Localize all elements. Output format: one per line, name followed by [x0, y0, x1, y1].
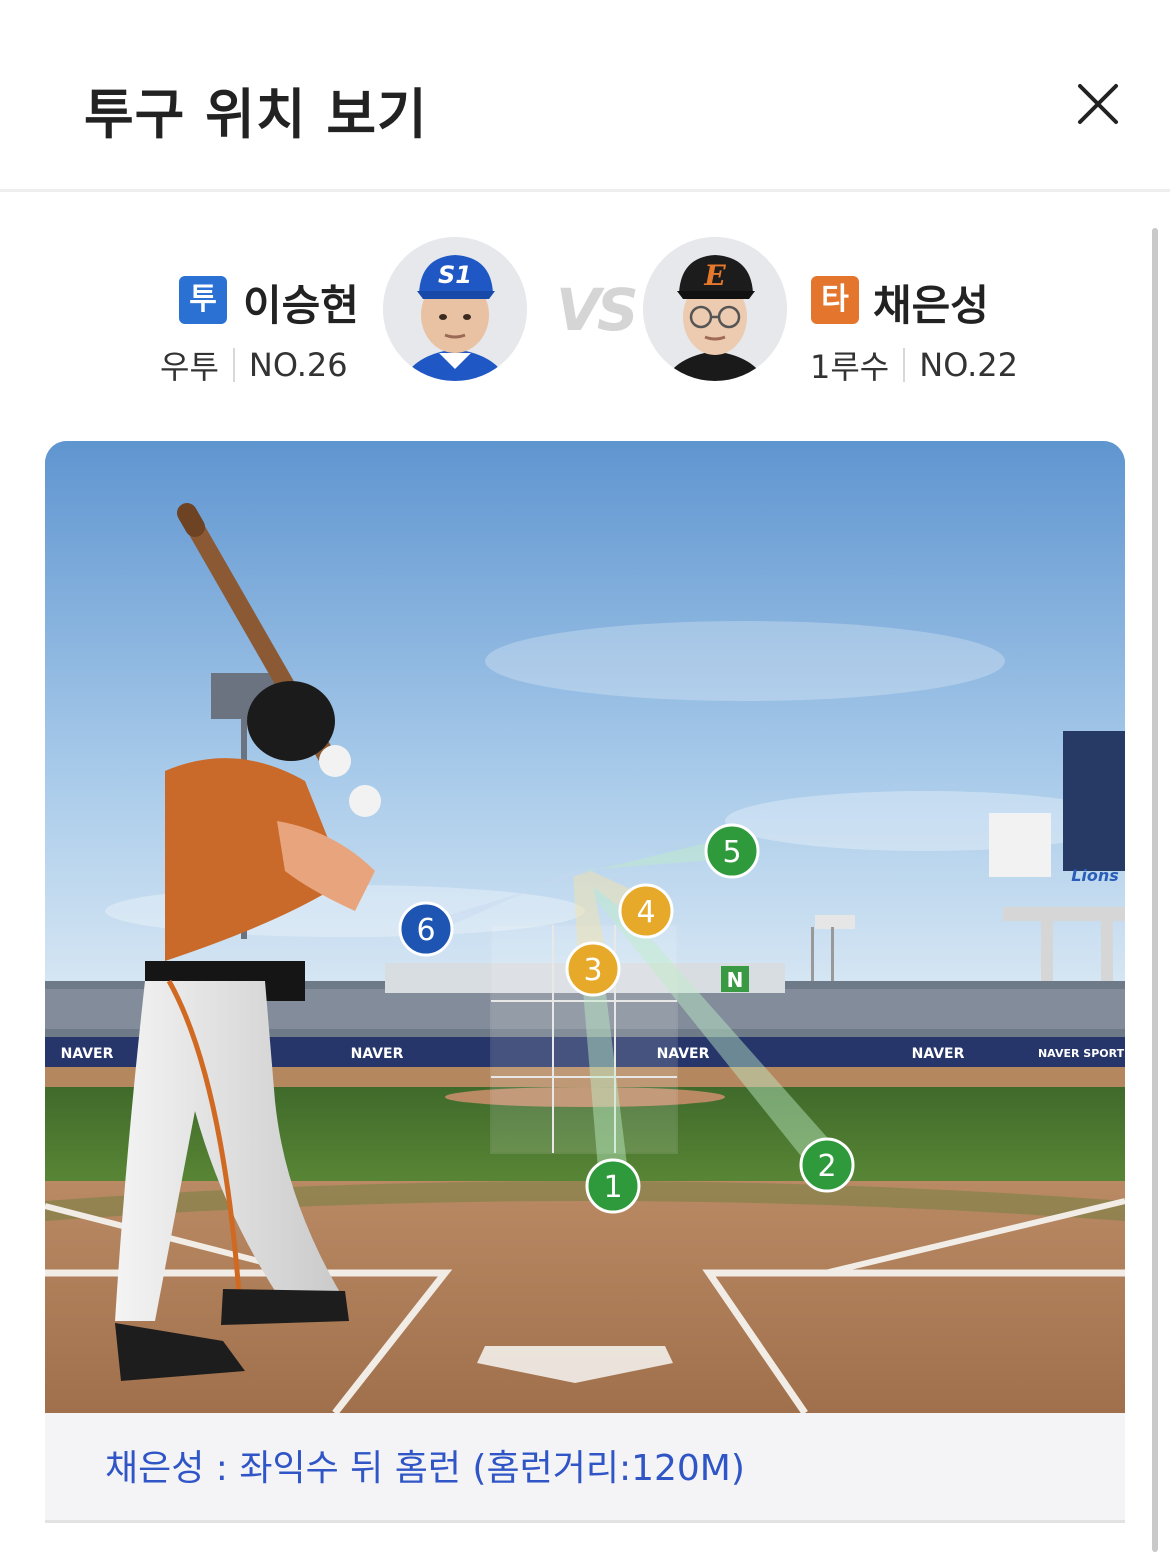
- scoreboard-logo: Lions: [1071, 866, 1119, 885]
- pitcher-cap-logo: S1: [438, 261, 472, 289]
- pitch-location-field: Lions N NAVER NAVER NAVER NAVER NAVER SP…: [45, 441, 1125, 1413]
- pitch-marker-1[interactable]: 1: [585, 1158, 641, 1214]
- pitcher-role-badge: 투: [179, 276, 227, 324]
- pitcher-avatar[interactable]: S1: [383, 237, 527, 381]
- pitch-location-sheet: 투구 위치 보기 투 이승현 우투 NO.26 S1 VS E 타 채은성 1루…: [0, 0, 1170, 1552]
- batter-avatar[interactable]: E: [643, 237, 787, 381]
- pitch-marker-3[interactable]: 3: [565, 941, 621, 997]
- wall-sign-2: NAVER: [351, 1046, 404, 1062]
- pitch-marker-5[interactable]: 5: [704, 823, 760, 879]
- close-button[interactable]: [1070, 78, 1126, 134]
- svg-text:3: 3: [583, 953, 602, 988]
- batter-meta: 1루수 NO.22: [810, 342, 1018, 388]
- pitcher-name: 이승현: [243, 281, 359, 330]
- svg-text:4: 4: [636, 895, 655, 930]
- batter-role-badge: 타: [811, 276, 859, 324]
- pitch-marker-4[interactable]: 4: [618, 883, 674, 939]
- batter-cap-logo: E: [703, 259, 726, 292]
- sheet-header: 투구 위치 보기: [0, 0, 1170, 192]
- at-bat-result: 채은성 : 좌익수 뒤 홈런 (홈런거리:120M): [45, 1413, 1125, 1523]
- svg-text:2: 2: [817, 1149, 836, 1184]
- wall-sign-1: NAVER: [61, 1046, 114, 1062]
- matchup-header: 투 이승현 우투 NO.26 S1 VS E 타 채은성 1루수 NO.22: [0, 228, 1170, 398]
- pitcher-position: 우투: [160, 348, 219, 386]
- scrollbar[interactable]: [1152, 228, 1158, 1552]
- sheet-title: 투구 위치 보기: [84, 83, 428, 146]
- pitch-marker-2[interactable]: 2: [799, 1137, 855, 1193]
- svg-text:6: 6: [416, 913, 435, 948]
- close-icon: [1078, 84, 1118, 124]
- pitcher-number: NO.26: [248, 346, 348, 384]
- batter-photo: E: [643, 237, 787, 381]
- meta-divider: [232, 348, 235, 382]
- wall-sponsor: NAVER SPORTS: [1038, 1047, 1125, 1060]
- meta-divider: [903, 348, 906, 382]
- pitch-marker-6[interactable]: 6: [398, 901, 454, 957]
- svg-text:5: 5: [722, 835, 741, 870]
- vs-label: VS: [556, 276, 639, 344]
- pitcher-meta: 우투 NO.26: [160, 342, 348, 388]
- svg-text:1: 1: [603, 1170, 622, 1205]
- result-text: 채은성 : 좌익수 뒤 홈런 (홈런거리:120M): [105, 1448, 745, 1489]
- batter-position: 1루수: [810, 348, 890, 386]
- svg-text:N: N: [727, 968, 744, 992]
- batter-number: NO.22: [919, 346, 1018, 384]
- pitcher-photo: S1: [383, 237, 527, 381]
- wall-sign-4: NAVER: [912, 1046, 965, 1062]
- field-illustration: Lions N NAVER NAVER NAVER NAVER NAVER SP…: [45, 441, 1125, 1413]
- batter-name: 채은성: [873, 281, 989, 330]
